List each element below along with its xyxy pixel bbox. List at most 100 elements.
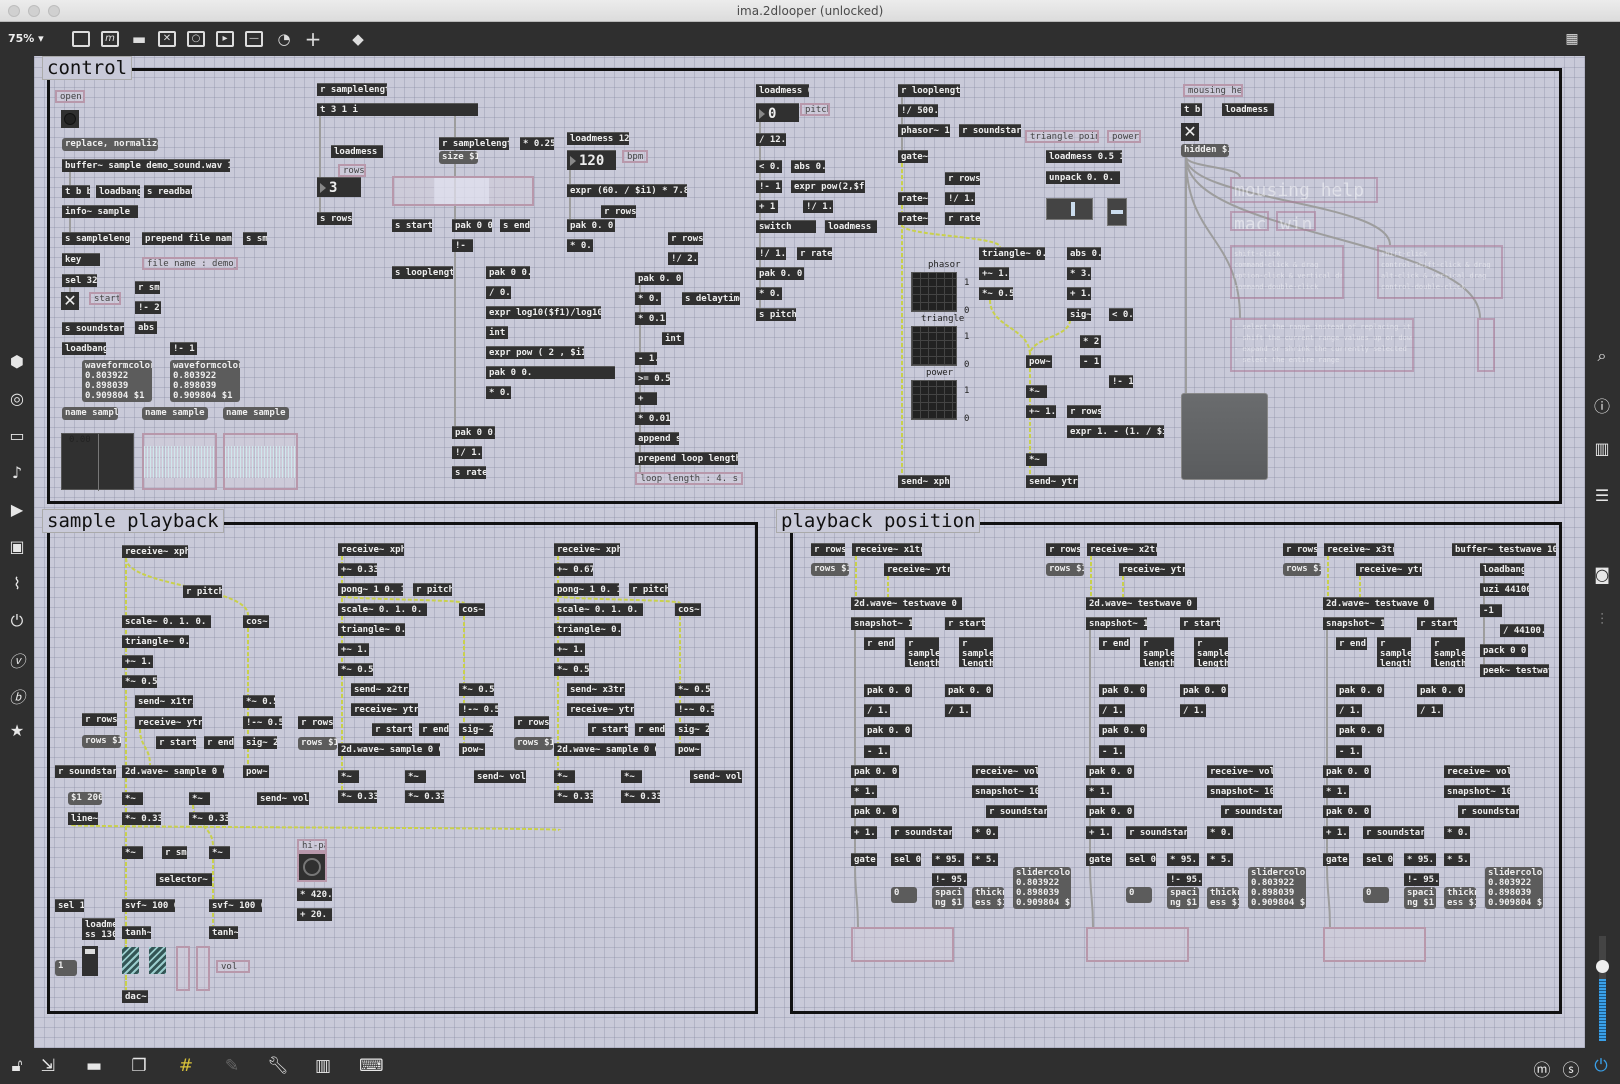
max-object[interactable]: * 5.: [1207, 853, 1233, 866]
hi-pass-dial[interactable]: [297, 852, 327, 882]
max-object[interactable]: *~ 0.33: [621, 790, 660, 803]
max-object[interactable]: * 1.: [1323, 785, 1349, 798]
max-object[interactable]: loadmess 120: [567, 132, 629, 145]
max-object[interactable]: svf~ 100 0: [122, 899, 175, 912]
max-object[interactable]: r end: [204, 736, 234, 749]
keyboard-icon[interactable]: ⌨: [359, 1056, 384, 1076]
max-object[interactable]: *~ 0.33: [554, 790, 593, 803]
max-object[interactable]: r rows: [1046, 543, 1080, 556]
max-object[interactable]: line~: [68, 812, 98, 825]
max-object[interactable]: loadbang: [96, 185, 140, 198]
max-object[interactable]: selector~ 2: [156, 873, 212, 886]
max-object[interactable]: r sample length: [1377, 637, 1411, 667]
max-object[interactable]: s readbang: [144, 185, 192, 198]
slider-icon[interactable]: —: [245, 31, 263, 47]
max-object[interactable]: triangle~ 0.5: [122, 635, 189, 648]
max-object[interactable]: !- 1: [756, 180, 782, 193]
max-object[interactable]: !- 95.: [932, 873, 967, 886]
max-object[interactable]: pak 0. 0.: [1323, 765, 1371, 778]
max-object[interactable]: * 2: [1080, 335, 1101, 348]
max-object[interactable]: - 1.: [635, 352, 657, 365]
max-object[interactable]: receive~ vol2: [1207, 765, 1273, 778]
position-display-3[interactable]: [1323, 927, 1426, 962]
max-object[interactable]: *~ 0.5: [459, 683, 494, 696]
max-object[interactable]: pak 0 0: [452, 219, 492, 232]
max-object[interactable]: cos~: [243, 615, 269, 628]
max-object[interactable]: *~: [554, 770, 575, 783]
max-object[interactable]: +~ 0.33: [338, 563, 377, 576]
max-object[interactable]: 2d.wave~ sample 0 0 2: [122, 765, 224, 778]
max-object[interactable]: r start: [588, 723, 628, 736]
max-object[interactable]: send~ vol2: [474, 770, 526, 783]
message-box[interactable]: name sample 1: [142, 407, 208, 420]
max-object[interactable]: - 1: [1080, 355, 1101, 368]
columns-icon[interactable]: ▥: [1585, 439, 1619, 458]
search-icon[interactable]: ⌕: [1585, 346, 1619, 366]
max-object[interactable]: * 0.: [1444, 826, 1470, 839]
max-object[interactable]: receive~ vol1: [972, 765, 1038, 778]
wrench-icon[interactable]: 🔧︎: [267, 1056, 289, 1076]
max-object[interactable]: r sample length: [1140, 637, 1174, 667]
max-object[interactable]: receive~ xpha: [554, 543, 620, 556]
max-object[interactable]: expr log10($f1)/log10(2): [486, 306, 601, 319]
max-object[interactable]: loadmess 0.5 1.: [1046, 150, 1122, 163]
max-object[interactable]: receive~ xpha: [122, 545, 188, 558]
zoom-level-dropdown[interactable]: 75% ▾: [8, 32, 44, 45]
grid-icon[interactable]: #: [175, 1056, 197, 1076]
max-object[interactable]: dac~: [122, 990, 148, 1003]
max-object[interactable]: send~ x3tri: [567, 683, 625, 696]
max-object[interactable]: snapshot~ 10: [1086, 617, 1147, 630]
message-box[interactable]: size $1: [439, 151, 478, 164]
max-object[interactable]: / 0.: [486, 286, 511, 299]
max-object[interactable]: triangle~ 0.5: [979, 247, 1045, 260]
max-object[interactable]: *~: [1026, 385, 1047, 398]
message-box[interactable]: waveformcolor 0.803922 0.898039 0.909804…: [82, 360, 152, 402]
max-object[interactable]: expr 1. - (1. / $i1): [1067, 425, 1164, 438]
max-object[interactable]: int: [662, 332, 684, 345]
message-box[interactable]: spaci ng $1: [1167, 887, 1199, 909]
max-object[interactable]: abs 0.: [1067, 247, 1101, 260]
max-object[interactable]: buffer~ testwave 1000: [1452, 543, 1556, 556]
max-object[interactable]: s soundstart: [62, 322, 124, 335]
max-object[interactable]: pak 0. 0.: [864, 684, 912, 697]
max-object[interactable]: r soundstart: [1458, 805, 1519, 818]
max-object[interactable]: s samplelength: [62, 232, 130, 245]
max-object[interactable]: * 1.: [1086, 785, 1112, 798]
max-object[interactable]: r end: [864, 637, 895, 650]
max-object[interactable]: pak 0. 0.: [1086, 805, 1134, 818]
power-slider[interactable]: [1107, 198, 1127, 226]
max-object[interactable]: *~ 0.5: [554, 663, 589, 676]
max-object[interactable]: gate: [851, 853, 877, 866]
max-object[interactable]: r sm: [162, 846, 187, 859]
max-object[interactable]: + 20.: [297, 908, 332, 921]
max-object[interactable]: s rows: [317, 212, 352, 225]
snap-icon[interactable]: ✎: [221, 1056, 243, 1076]
max-object[interactable]: * 420.: [297, 888, 332, 901]
max-object[interactable]: receive~ ytri: [1356, 563, 1422, 576]
message-box[interactable]: spaci ng $1: [1404, 887, 1436, 909]
message-box[interactable]: 0: [1363, 887, 1389, 903]
max-object[interactable]: * 0.01: [635, 412, 670, 425]
max-object[interactable]: * 0.: [756, 287, 782, 300]
open-button[interactable]: [61, 110, 79, 128]
max-object[interactable]: *~: [209, 846, 230, 859]
message-box[interactable]: waveformcolor 0.803922 0.898039 0.909804…: [170, 360, 240, 402]
max-object[interactable]: + 1.: [1086, 826, 1112, 839]
max-object[interactable]: snapshot~ 10: [1207, 785, 1273, 798]
max-object[interactable]: / 1.: [1099, 704, 1125, 717]
max-object[interactable]: r rows: [1067, 405, 1101, 418]
max-object[interactable]: 2d.wave~ sample 0 0 2: [338, 743, 440, 756]
max-object[interactable]: / 44100.: [1500, 624, 1544, 637]
max-object[interactable]: r end: [419, 723, 449, 736]
max-object[interactable]: abs 0.: [791, 160, 825, 173]
max-object[interactable]: r samplelength: [439, 137, 509, 150]
max-object[interactable]: prepend loop length :: [635, 452, 738, 465]
max-object[interactable]: sel 0: [1363, 853, 1393, 866]
max-object[interactable]: pak 0. 0.: [1417, 684, 1465, 697]
max-object[interactable]: snapshot~ 10: [1444, 785, 1510, 798]
max-object[interactable]: * 3.: [1067, 267, 1091, 280]
max-object[interactable]: * 0.: [972, 826, 998, 839]
max-object[interactable]: !- 1: [170, 342, 197, 355]
max-object[interactable]: pack 0 0.: [1480, 644, 1528, 657]
max-object[interactable]: send~ vol1: [257, 792, 309, 805]
